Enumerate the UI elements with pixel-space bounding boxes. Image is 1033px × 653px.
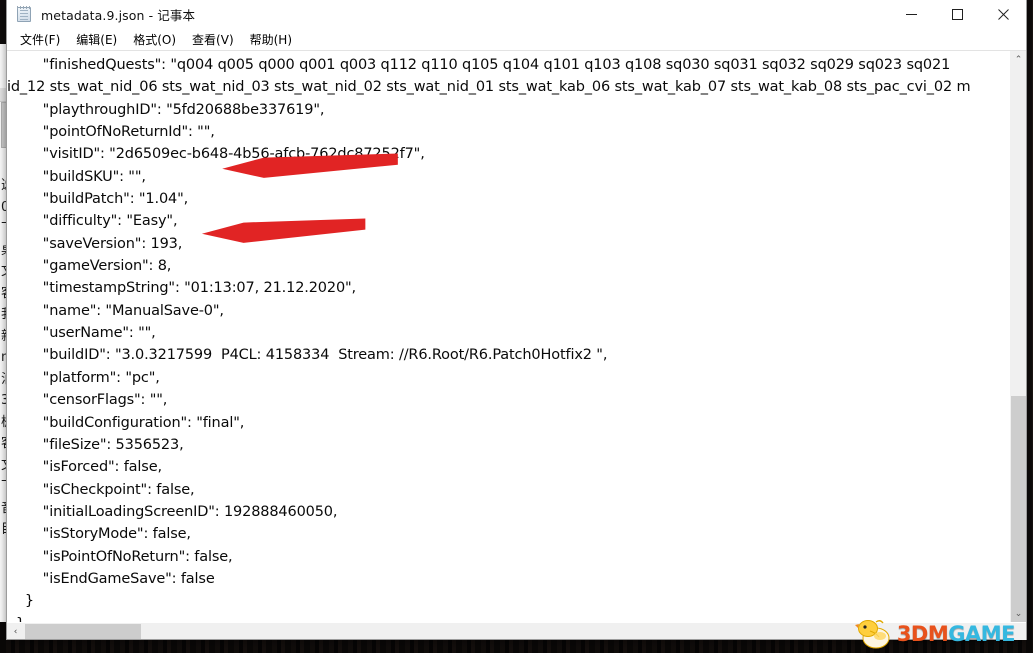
- scroll-up-button[interactable]: ⌃: [1010, 51, 1027, 68]
- editor-body: "finishedQuests": "q004 q005 q000 q001 q…: [7, 51, 1026, 622]
- scroll-down-button[interactable]: ⌄: [1010, 605, 1027, 622]
- json-document-text: "finishedQuests": "q004 q005 q000 q001 q…: [7, 51, 971, 622]
- minimize-icon: [905, 14, 917, 15]
- document-line: "isPointOfNoReturn": false,: [7, 548, 233, 565]
- text-editor-area[interactable]: "finishedQuests": "q004 q005 q000 q001 q…: [7, 51, 1009, 622]
- document-line: id_12 sts_wat_nid_06 sts_wat_nid_03 sts_…: [7, 79, 971, 96]
- menu-item-edit[interactable]: 编辑(E): [68, 29, 125, 51]
- scroll-left-button[interactable]: ‹: [7, 623, 24, 640]
- document-line: "playthroughID": "5fd20688be337619",: [7, 101, 325, 118]
- document-line: "name": "ManualSave-0",: [7, 302, 224, 319]
- document-line: "initialLoadingScreenID": 192888460050,: [7, 503, 338, 520]
- minimize-button[interactable]: [888, 0, 934, 29]
- maximize-button[interactable]: [934, 0, 980, 29]
- menu-item-view[interactable]: 查看(V): [184, 29, 242, 51]
- document-line: "isEndGameSave": false: [7, 570, 215, 587]
- document-line: }: [7, 593, 34, 610]
- menu-item-file[interactable]: 文件(F): [12, 29, 68, 51]
- document-line: }: [7, 613, 971, 622]
- menu-bar: 文件(F) 编辑(E) 格式(O) 查看(V) 帮助(H): [7, 29, 1026, 51]
- horizontal-scrollbar-thumb[interactable]: [25, 624, 141, 639]
- horizontal-scrollbar[interactable]: ‹: [7, 622, 1026, 640]
- document-line: "fileSize": 5356523,: [7, 436, 184, 453]
- document-line: "buildConfiguration": "final",: [7, 414, 245, 431]
- window-controls: [888, 0, 1026, 29]
- document-line: "finishedQuests": "q004 q005 q000 q001 q…: [7, 57, 951, 73]
- menu-item-help[interactable]: 帮助(H): [242, 29, 300, 51]
- document-line: "buildID": "3.0.3217599 P4CL: 4158334 St…: [7, 347, 608, 364]
- document-line: "difficulty": "Easy",: [7, 213, 178, 230]
- close-icon: [997, 9, 1009, 20]
- document-line: "visitID": "2d6509ec-b648-4b56-afcb-762d…: [7, 146, 425, 163]
- document-line: "gameVersion": 8,: [7, 258, 172, 275]
- vertical-scrollbar-thumb[interactable]: [1011, 396, 1026, 622]
- vertical-scrollbar[interactable]: ⌃ ⌄: [1009, 51, 1026, 622]
- close-button[interactable]: [980, 0, 1026, 29]
- document-line: "saveVersion": 193,: [7, 235, 183, 252]
- notepad-window: metadata.9.json - 记事本 文件(F) 编辑(E) 格式(O) …: [6, 0, 1027, 640]
- scrollbar-corner: [1009, 623, 1026, 640]
- document-line: "buildPatch": "1.04",: [7, 191, 189, 208]
- menu-item-format[interactable]: 格式(O): [125, 29, 184, 51]
- document-line: "userName": "",: [7, 325, 156, 342]
- title-bar[interactable]: metadata.9.json - 记事本: [7, 0, 1026, 29]
- document-line: "buildSKU": "",: [7, 168, 146, 185]
- document-line: "pointOfNoReturnId": "",: [7, 124, 215, 141]
- document-line: "timestampString": "01:13:07, 21.12.2020…: [7, 280, 357, 297]
- notepad-icon: [16, 6, 33, 23]
- maximize-icon: [951, 9, 963, 20]
- screen: 选 0 下 桌 文 客 我 新 n 油 3D 枫 客 文 下 音 目 metad…: [0, 0, 1033, 653]
- window-title: metadata.9.json - 记事本: [41, 8, 196, 23]
- document-line: "isCheckpoint": false,: [7, 481, 195, 498]
- document-line: "isForced": false,: [7, 459, 162, 476]
- document-line: "censorFlags": "",: [7, 392, 168, 409]
- document-line: "platform": "pc",: [7, 369, 160, 386]
- document-line: "isStoryMode": false,: [7, 526, 191, 543]
